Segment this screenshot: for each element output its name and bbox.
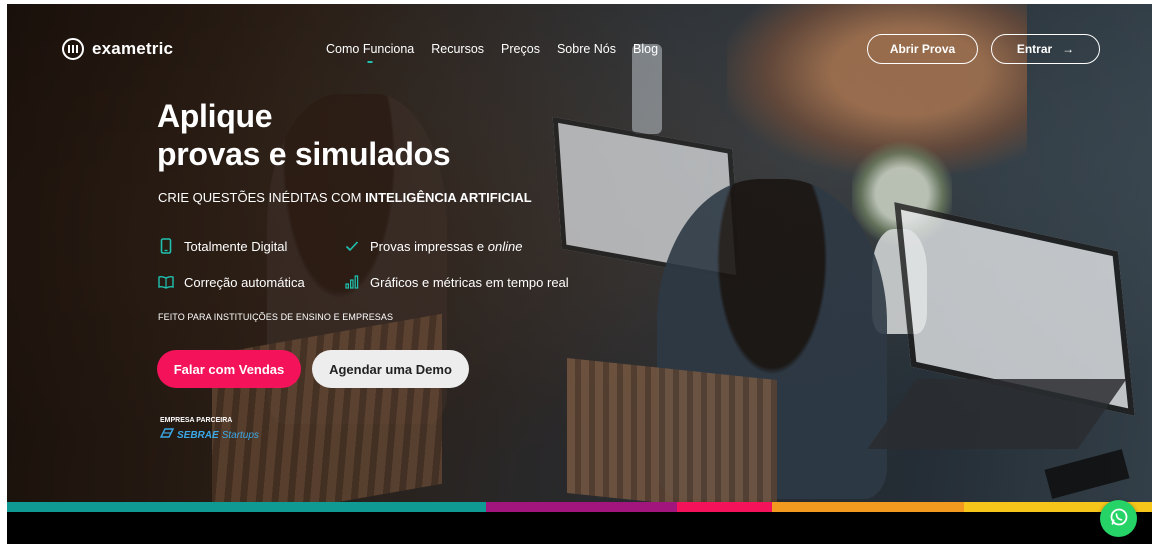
feature-label-text: Provas impressas e xyxy=(370,238,488,254)
partner-suffix: Startups xyxy=(221,429,259,441)
feature-item: Correção automática xyxy=(158,274,344,290)
sebrae-mark-icon xyxy=(159,428,175,442)
phone-icon xyxy=(158,238,174,254)
subheadline-bold: INTELIGÊNCIA ARTIFICIAL xyxy=(365,190,532,205)
stripe-teal xyxy=(7,502,486,512)
feature-label: Correção automática xyxy=(184,274,305,290)
sebrae-startups-logo[interactable]: SEBRAE Startups xyxy=(159,428,259,442)
feature-item: Provas impressas e online xyxy=(344,238,604,254)
whatsapp-chat-button[interactable] xyxy=(1100,500,1137,537)
entrar-button[interactable]: Entrar → xyxy=(991,34,1100,64)
partner-label: EMPRESA PARCEIRA xyxy=(160,417,233,424)
whatsapp-icon xyxy=(1109,507,1129,531)
partner-name: SEBRAE xyxy=(177,429,219,441)
brand-logo[interactable]: exametric xyxy=(62,38,173,60)
nav-como-funciona[interactable]: Como Funciona xyxy=(326,42,414,56)
book-icon xyxy=(158,274,174,290)
logo-mark-icon xyxy=(62,38,84,60)
nav-precos[interactable]: Preços xyxy=(501,42,540,56)
entrar-label: Entrar xyxy=(1016,42,1053,56)
footer-strip xyxy=(7,512,1152,544)
feature-item: Totalmente Digital xyxy=(158,238,344,254)
feature-label: Gráficos e métricas em tempo real xyxy=(370,274,569,290)
nav-blog[interactable]: Blog xyxy=(633,42,658,56)
arrow-right-icon: → xyxy=(1062,42,1075,56)
hero-subheadline: CRIE QUESTÕES INÉDITAS COM INTELIGÊNCIA … xyxy=(158,190,532,205)
audience-note: FEITO PARA INSTITUIÇÕES DE ENSINO E EMPR… xyxy=(158,312,394,322)
hero-content: exametric Como Funciona Recursos Preços … xyxy=(7,4,1152,544)
page-frame: exametric Como Funciona Recursos Preços … xyxy=(7,4,1152,544)
feature-label: Totalmente Digital xyxy=(184,238,288,254)
headline-line-1: Aplique xyxy=(157,98,273,134)
agendar-demo-button[interactable]: Agendar uma Demo xyxy=(312,350,469,388)
headline-line-2: provas e simulados xyxy=(157,136,451,172)
feature-label-italic: online xyxy=(487,238,523,254)
brand-name: exametric xyxy=(92,39,174,58)
feature-label: Provas impressas e online xyxy=(370,239,522,254)
abrir-prova-button[interactable]: Abrir Prova xyxy=(867,34,978,64)
stripe-orange xyxy=(772,502,964,512)
main-nav: Como Funciona Recursos Preços Sobre Nós … xyxy=(326,42,658,56)
hero-headline: Aplique provas e simulados xyxy=(157,97,451,173)
nav-recursos[interactable]: Recursos xyxy=(431,42,484,56)
feature-list: Totalmente Digital Provas impressas e on… xyxy=(158,238,604,290)
check-icon xyxy=(344,238,360,254)
feature-item: Gráficos e métricas em tempo real xyxy=(344,274,604,290)
brand-color-stripe xyxy=(7,502,1152,512)
stripe-pink xyxy=(677,502,772,512)
bar-chart-icon xyxy=(344,274,360,290)
falar-com-vendas-button[interactable]: Falar com Vendas xyxy=(157,350,301,388)
subheadline-text: CRIE QUESTÕES INÉDITAS COM xyxy=(158,190,366,205)
nav-sobre-nos[interactable]: Sobre Nós xyxy=(557,42,616,56)
stripe-purple xyxy=(486,502,677,512)
